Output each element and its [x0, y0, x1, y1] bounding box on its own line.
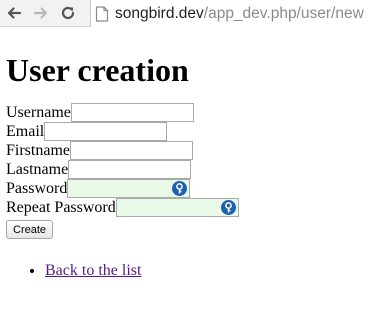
list-item: Back to the list: [45, 261, 387, 280]
back-button[interactable]: [0, 0, 27, 27]
reload-button[interactable]: [54, 0, 81, 27]
create-button[interactable]: Create: [6, 220, 54, 239]
lastname-input[interactable]: [68, 160, 192, 179]
repeat-password-manager-icon[interactable]: [220, 200, 236, 215]
user-form: Username Email Firstname Lastname Passwo…: [6, 103, 387, 239]
repeat-password-field: [115, 198, 239, 217]
links-list: Back to the list: [6, 261, 387, 280]
repeat-password-label: Repeat Password: [6, 199, 116, 216]
page-content: User creation Username Email Firstname L…: [0, 52, 387, 280]
lastname-row: Lastname: [6, 160, 387, 179]
firstname-row: Firstname: [6, 141, 387, 160]
lastname-label: Lastname: [6, 161, 69, 178]
firstname-input[interactable]: [70, 141, 193, 160]
username-label: Username: [6, 104, 71, 121]
address-bar[interactable]: songbird.dev/app_dev.php/user/new: [90, 0, 387, 27]
email-row: Email: [6, 122, 387, 141]
password-label: Password: [6, 180, 68, 197]
forward-button[interactable]: [27, 0, 54, 27]
firstname-label: Firstname: [6, 142, 70, 159]
back-arrow-icon: [7, 7, 21, 19]
password-field: [67, 179, 191, 198]
url-path: /app_dev.php/user/new: [203, 4, 364, 22]
browser-toolbar: songbird.dev/app_dev.php/user/new: [0, 0, 387, 27]
username-input[interactable]: [70, 103, 194, 122]
email-input[interactable]: [44, 122, 168, 141]
back-to-list-link[interactable]: Back to the list: [45, 262, 141, 279]
url-host: songbird.dev: [115, 4, 204, 22]
password-row: Password: [6, 179, 387, 198]
username-row: Username: [6, 103, 387, 122]
repeat-password-row: Repeat Password: [6, 198, 387, 217]
page-icon: [95, 5, 109, 22]
reload-icon: [61, 6, 74, 20]
forward-arrow-icon: [33, 7, 47, 19]
email-label: Email: [6, 123, 45, 140]
page-title: User creation: [6, 52, 189, 88]
